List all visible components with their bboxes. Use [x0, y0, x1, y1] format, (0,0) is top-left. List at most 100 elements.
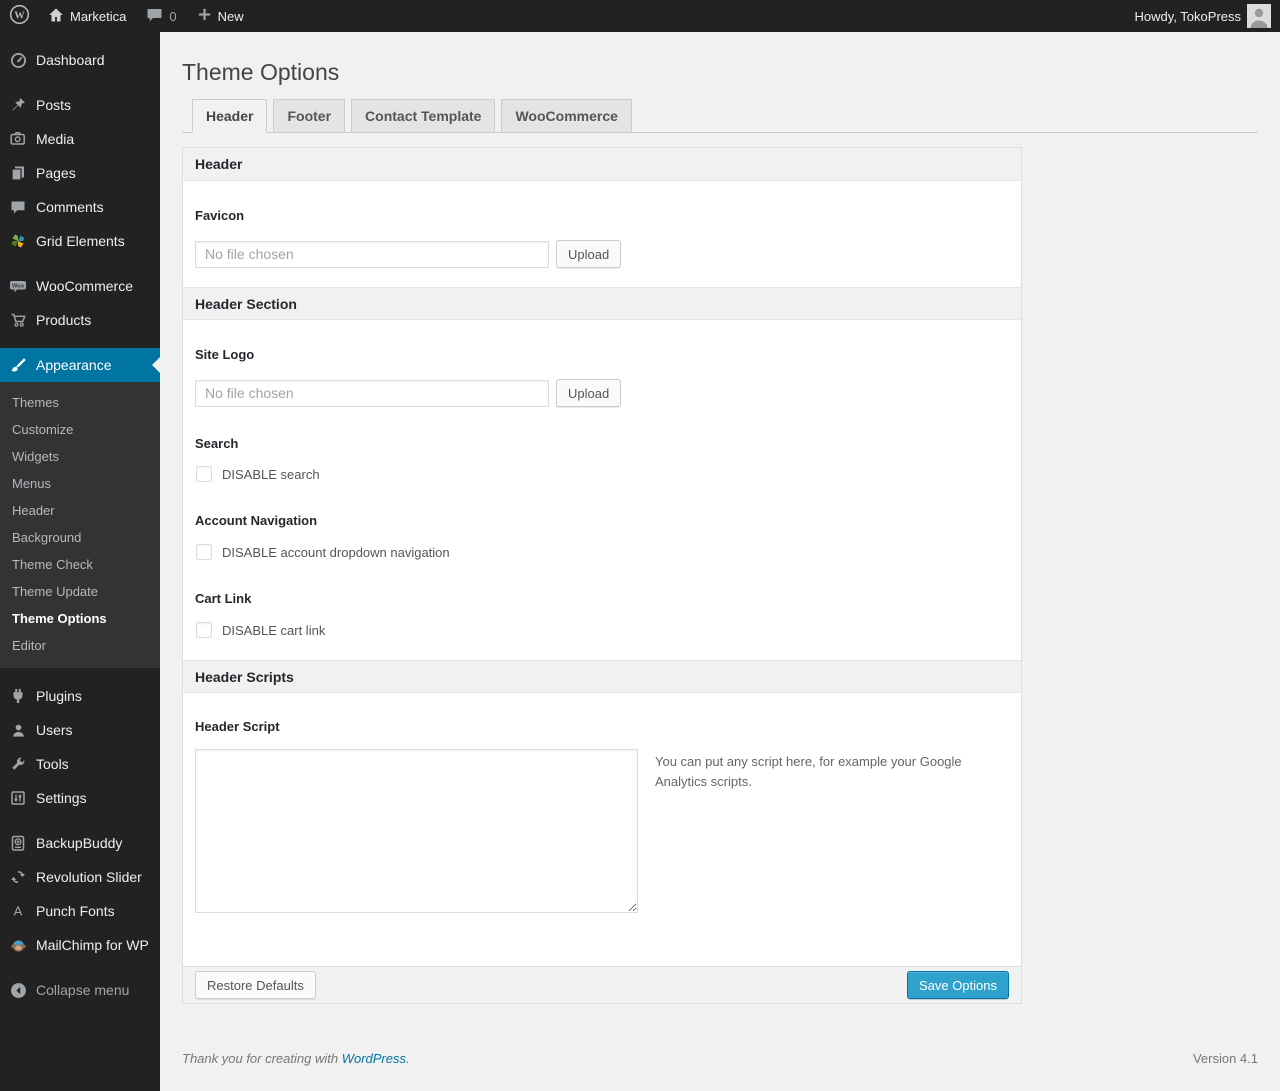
sidebar-item-backupbuddy[interactable]: BackupBuddy: [0, 826, 160, 860]
sidebar-item-label: Grid Elements: [36, 233, 125, 249]
submenu-item-customize[interactable]: Customize: [0, 416, 160, 443]
comment-bubble-icon: [146, 7, 163, 26]
svg-text:A: A: [14, 904, 23, 919]
woocommerce-icon: Woo: [0, 279, 36, 294]
cart-link-label: Cart Link: [195, 591, 252, 606]
home-icon: [48, 7, 64, 26]
user-icon: [0, 723, 36, 738]
mailchimp-icon: [0, 937, 36, 953]
tab-footer[interactable]: Footer: [273, 99, 346, 132]
comment-count: 0: [169, 8, 177, 24]
sidebar-item-posts[interactable]: Posts: [0, 88, 160, 122]
comments-icon: [0, 200, 36, 215]
settings-icon: [0, 790, 36, 806]
tab-header[interactable]: Header: [192, 99, 268, 133]
sidebar-item-revolution-slider[interactable]: Revolution Slider: [0, 860, 160, 894]
current-menu-arrow: [152, 357, 160, 373]
footer-thanks-text: Thank you for creating with WordPress.: [182, 1051, 410, 1066]
plus-icon: [197, 7, 212, 25]
submenu-item-theme-options[interactable]: Theme Options: [0, 605, 160, 632]
thanks-suffix: .: [406, 1051, 410, 1066]
sidebar-item-comments[interactable]: Comments: [0, 190, 160, 224]
sidebar-item-dashboard[interactable]: Dashboard: [0, 43, 160, 77]
disable-search-checkbox[interactable]: [196, 466, 212, 482]
submenu-item-header[interactable]: Header: [0, 497, 160, 524]
submenu-item-themes[interactable]: Themes: [0, 389, 160, 416]
sidebar-item-label: Products: [36, 312, 92, 328]
submenu-item-background[interactable]: Background: [0, 524, 160, 551]
cart-icon: [0, 312, 36, 328]
section-header-scripts: Header Scripts: [183, 660, 1021, 693]
site-logo-upload-button[interactable]: Upload: [556, 379, 622, 407]
pushpin-icon: [0, 97, 36, 113]
sidebar-item-tools[interactable]: Tools: [0, 747, 160, 781]
submenu-item-theme-update[interactable]: Theme Update: [0, 578, 160, 605]
sidebar-item-grid-elements[interactable]: Grid Elements: [0, 224, 160, 258]
backupbuddy-icon: [0, 835, 36, 852]
sidebar-item-label: Users: [36, 722, 73, 738]
wordpress-link[interactable]: WordPress: [342, 1051, 406, 1066]
sidebar-item-punch-fonts[interactable]: A Punch Fonts: [0, 894, 160, 928]
favicon-file-input[interactable]: [195, 240, 549, 268]
wp-logo-menu[interactable]: W: [0, 0, 38, 32]
theme-options-panel: Header Favicon Upload Header Section Sit…: [182, 147, 1022, 1004]
sidebar-item-label: Dashboard: [36, 52, 105, 68]
page-footer: Thank you for creating with WordPress. V…: [182, 1051, 1258, 1066]
main-content: Theme Options Header Footer Contact Temp…: [160, 32, 1280, 1066]
tab-contact-template[interactable]: Contact Template: [351, 99, 496, 132]
disable-cart-link-checkbox[interactable]: [196, 622, 212, 638]
sidebar-item-media[interactable]: Media: [0, 122, 160, 156]
sidebar-item-settings[interactable]: Settings: [0, 781, 160, 815]
favicon-label: Favicon: [195, 208, 245, 223]
sidebar-item-appearance[interactable]: Appearance: [0, 348, 160, 382]
restore-defaults-button[interactable]: Restore Defaults: [195, 971, 316, 999]
sidebar-item-label: Pages: [36, 165, 76, 181]
save-options-button[interactable]: Save Options: [906, 971, 1009, 999]
site-name-menu[interactable]: Marketica: [38, 0, 136, 32]
sidebar-item-label: Media: [36, 131, 75, 147]
submenu-item-widgets[interactable]: Widgets: [0, 443, 160, 470]
sidebar-item-mailchimp[interactable]: MailChimp for WP: [0, 928, 160, 962]
site-logo-label: Site Logo: [195, 347, 255, 362]
disable-search-label: DISABLE search: [222, 466, 320, 482]
my-account-menu[interactable]: Howdy, TokoPress: [1133, 0, 1273, 32]
sidebar-item-users[interactable]: Users: [0, 713, 160, 747]
tab-woocommerce[interactable]: WooCommerce: [501, 99, 632, 132]
submenu-item-menus[interactable]: Menus: [0, 470, 160, 497]
tab-bar: Header Footer Contact Template WooCommer…: [182, 99, 1258, 133]
sidebar-item-label: Punch Fonts: [36, 903, 115, 919]
dashboard-icon: [0, 52, 36, 69]
revolution-slider-icon: [0, 869, 36, 885]
sidebar-item-label: Tools: [36, 756, 69, 772]
site-logo-file-input[interactable]: [195, 379, 549, 407]
section-header-section: Header Section: [183, 287, 1021, 320]
header-script-helper-text: You can put any script here, for example…: [655, 754, 962, 790]
header-script-textarea[interactable]: [195, 749, 638, 913]
sidebar-item-products[interactable]: Products: [0, 303, 160, 337]
submenu-item-theme-check[interactable]: Theme Check: [0, 551, 160, 578]
search-label: Search: [195, 436, 239, 451]
collapse-menu-button[interactable]: Collapse menu: [0, 973, 160, 1007]
section-title: Header: [195, 156, 243, 172]
sidebar-item-label: BackupBuddy: [36, 835, 123, 851]
sidebar-item-pages[interactable]: Pages: [0, 156, 160, 190]
wrench-icon: [0, 756, 36, 772]
sidebar-item-woocommerce[interactable]: Woo WooCommerce: [0, 269, 160, 303]
sidebar-item-label: WooCommerce: [36, 278, 133, 294]
sidebar-item-plugins[interactable]: Plugins: [0, 679, 160, 713]
appearance-submenu: Themes Customize Widgets Menus Header Ba…: [0, 382, 160, 668]
favicon-upload-button[interactable]: Upload: [556, 240, 622, 268]
submenu-item-editor[interactable]: Editor: [0, 632, 160, 659]
account-navigation-label: Account Navigation: [195, 513, 318, 528]
disable-account-nav-checkbox[interactable]: [196, 544, 212, 560]
disable-cart-link-label: DISABLE cart link: [222, 622, 326, 638]
section-title: Header Section: [195, 295, 297, 312]
avatar: [1247, 4, 1271, 28]
appearance-brush-icon: [0, 357, 36, 374]
punch-fonts-icon: A: [0, 903, 36, 919]
new-content-menu[interactable]: New: [187, 0, 254, 32]
section-title: Header Scripts: [195, 668, 294, 685]
grid-elements-icon: [0, 233, 36, 249]
comments-menu[interactable]: 0: [136, 0, 186, 32]
sidebar-item-label: Settings: [36, 790, 87, 806]
